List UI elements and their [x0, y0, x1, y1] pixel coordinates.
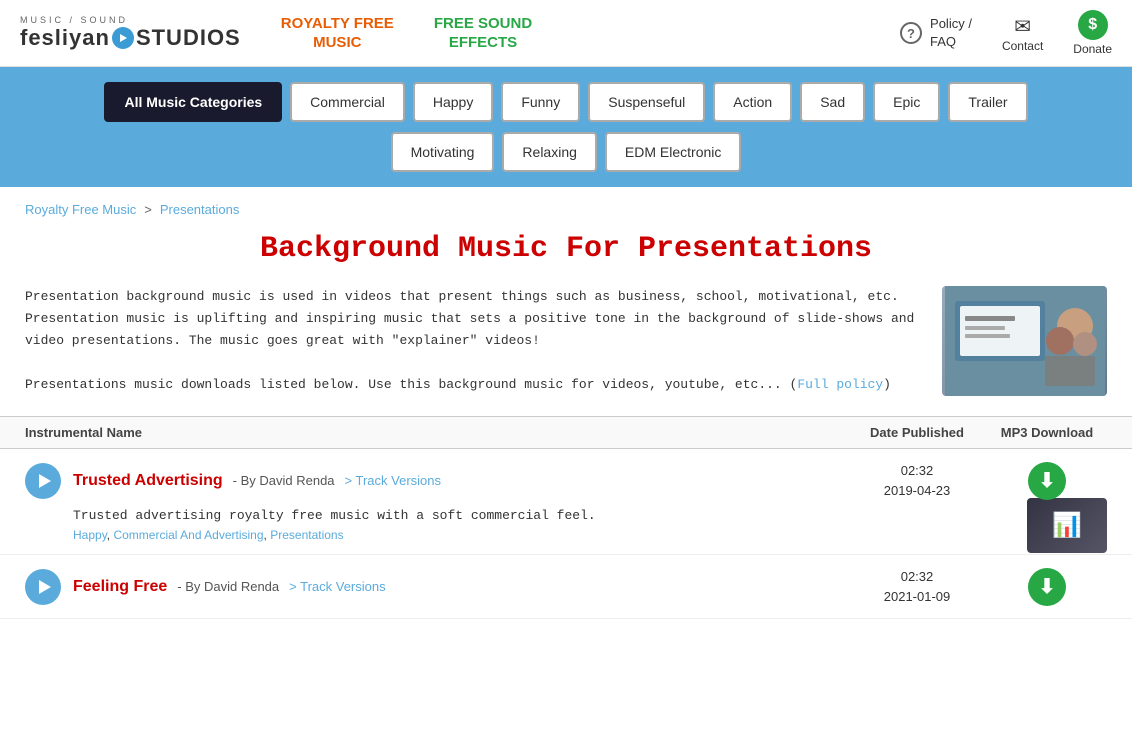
header-download: MP3 Download: [987, 425, 1107, 440]
track-title-row: Trusted Advertising - By David Renda > T…: [73, 472, 847, 490]
category-btn-funny[interactable]: Funny: [501, 82, 580, 122]
category-btn-action[interactable]: Action: [713, 82, 792, 122]
category-btn-epic[interactable]: Epic: [873, 82, 940, 122]
help-icon: ?: [900, 22, 922, 44]
track-date: 02:32 2021-01-09: [847, 567, 987, 606]
track-row: Trusted Advertising - By David Renda > T…: [0, 449, 1132, 555]
chart-icon: 📊: [1052, 511, 1082, 540]
header-right: ? Policy /FAQ ✉ Contact $ Donate: [900, 10, 1112, 56]
category-btn-relaxing[interactable]: Relaxing: [502, 132, 596, 172]
contact-label: Contact: [1002, 39, 1043, 53]
play-button[interactable]: [25, 463, 61, 499]
download-button[interactable]: ⬇: [1028, 462, 1066, 500]
logo-tagline: MUSIC / SOUND: [20, 15, 128, 25]
logo-name: fesliyan STUDIOS: [20, 25, 241, 51]
track-date-published: 2021-01-09: [847, 587, 987, 607]
download-arrow-icon: ⬇: [1039, 471, 1056, 491]
track-table-header: Instrumental Name Date Published MP3 Dow…: [0, 416, 1132, 449]
contact-icon: ✉: [1014, 14, 1031, 39]
track-versions-link[interactable]: > Track Versions: [345, 473, 441, 488]
thumb-placeholder: 📊: [1027, 498, 1107, 553]
description-area: Presentation background music is used in…: [0, 286, 1132, 416]
download-arrow-icon: ⬇: [1039, 577, 1056, 597]
track-versions-link[interactable]: > Track Versions: [289, 579, 385, 594]
policy-faq-nav[interactable]: ? Policy /FAQ: [900, 15, 972, 51]
description-para2-text: Presentations music downloads listed bel…: [25, 377, 797, 392]
nav-free-sound-effects[interactable]: FREE SOUNDEFFECTS: [434, 14, 532, 53]
track-author: - By David Renda: [233, 473, 335, 488]
track-tag[interactable]: Happy: [73, 528, 107, 542]
download-button[interactable]: ⬇: [1028, 568, 1066, 606]
nav-royalty-free-music[interactable]: ROYALTY FREEMUSIC: [281, 14, 394, 53]
category-btn-motivating[interactable]: Motivating: [391, 132, 495, 172]
breadcrumb-link[interactable]: Royalty Free Music: [25, 202, 136, 217]
category-btn-sad[interactable]: Sad: [800, 82, 865, 122]
track-main: Feeling Free - By David Renda > Track Ve…: [25, 567, 1107, 606]
header-date: Date Published: [847, 425, 987, 440]
play-button[interactable]: [25, 569, 61, 605]
policy-faq-label: Policy /FAQ: [930, 15, 972, 51]
logo-play-icon: [112, 27, 134, 49]
contact-nav[interactable]: ✉ Contact: [1002, 14, 1043, 53]
track-info: Trusted Advertising - By David Renda > T…: [73, 472, 847, 490]
logo: MUSIC / SOUND fesliyan STUDIOS: [20, 15, 241, 51]
track-date: 02:32 2019-04-23: [847, 461, 987, 500]
donate-nav[interactable]: $ Donate: [1073, 10, 1112, 56]
breadcrumb-current: Presentations: [160, 202, 240, 217]
track-description: Trusted advertising royalty free music w…: [73, 508, 1107, 523]
track-row: Feeling Free - By David Renda > Track Ve…: [0, 555, 1132, 619]
description-para2-end: ): [883, 377, 891, 392]
description-para2: Presentations music downloads listed bel…: [25, 374, 922, 396]
track-author: - By David Renda: [177, 579, 279, 594]
track-duration: 02:32: [847, 567, 987, 587]
category-btn-edm-electronic[interactable]: EDM Electronic: [605, 132, 741, 172]
logo-suffix: STUDIOS: [136, 25, 241, 51]
track-date-published: 2019-04-23: [847, 481, 987, 501]
track-tags: Happy, Commercial And Advertising, Prese…: [73, 528, 1107, 542]
track-main: Trusted Advertising - By David Renda > T…: [25, 461, 1107, 500]
presentation-image: [942, 286, 1107, 396]
track-download: ⬇: [987, 568, 1107, 606]
tracks-container: Trusted Advertising - By David Renda > T…: [0, 449, 1132, 619]
presentation-svg: [945, 286, 1105, 396]
track-title[interactable]: Trusted Advertising: [73, 472, 223, 490]
category-bar: All Music CategoriesCommercialHappyFunny…: [0, 67, 1132, 187]
header: MUSIC / SOUND fesliyan STUDIOS ROYALTY F…: [0, 0, 1132, 67]
category-row-1: All Music CategoriesCommercialHappyFunny…: [104, 82, 1027, 122]
track-title-row: Feeling Free - By David Renda > Track Ve…: [73, 578, 847, 596]
full-policy-link[interactable]: Full policy: [797, 377, 883, 392]
category-btn-commercial[interactable]: Commercial: [290, 82, 405, 122]
description-text: Presentation background music is used in…: [25, 286, 922, 396]
track-download: ⬇: [987, 462, 1107, 500]
track-duration: 02:32: [847, 461, 987, 481]
track-info: Feeling Free - By David Renda > Track Ve…: [73, 578, 847, 596]
breadcrumb: Royalty Free Music > Presentations: [0, 187, 1132, 222]
logo-prefix: fesliyan: [20, 25, 110, 51]
header-name: Instrumental Name: [25, 425, 847, 440]
category-btn-happy[interactable]: Happy: [413, 82, 493, 122]
track-thumbnail: 📊: [1027, 498, 1107, 553]
page-title: Background Music For Presentations: [0, 232, 1132, 266]
donate-icon: $: [1078, 10, 1108, 40]
category-btn-trailer[interactable]: Trailer: [948, 82, 1027, 122]
track-tag[interactable]: Presentations: [270, 528, 343, 542]
description-para1: Presentation background music is used in…: [25, 286, 922, 352]
track-tag[interactable]: Commercial And Advertising: [113, 528, 263, 542]
category-row-2: MotivatingRelaxingEDM Electronic: [391, 132, 742, 172]
breadcrumb-separator: >: [144, 202, 152, 217]
category-btn-suspenseful[interactable]: Suspenseful: [588, 82, 705, 122]
donate-label: Donate: [1073, 42, 1112, 56]
track-title[interactable]: Feeling Free: [73, 578, 167, 596]
category-btn-all-music-categories[interactable]: All Music Categories: [104, 82, 282, 122]
nav-links: ROYALTY FREEMUSIC FREE SOUNDEFFECTS: [281, 14, 900, 53]
description-image: [942, 286, 1107, 396]
